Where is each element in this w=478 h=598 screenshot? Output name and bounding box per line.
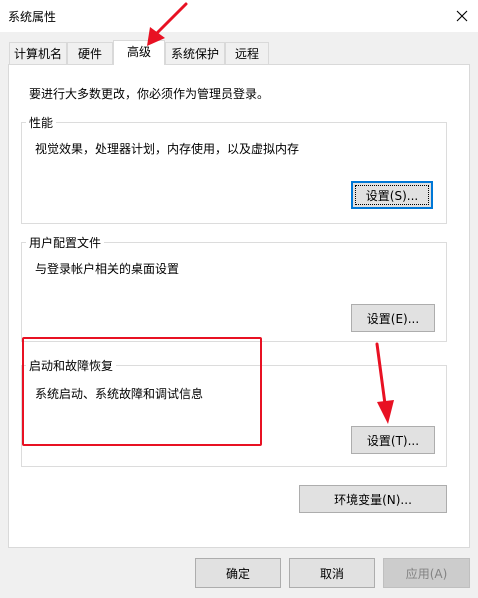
user-profiles-group: 用户配置文件 与登录帐户相关的桌面设置 设置(E)... [21,234,447,342]
annotation-highlight-box [22,337,262,446]
admin-notice: 要进行大多数更改，你必须作为管理员登录。 [29,87,270,101]
performance-settings-button[interactable]: 设置(S)... [351,181,433,209]
user-profiles-legend: 用户配置文件 [26,234,105,251]
ok-button[interactable]: 确定 [195,558,281,588]
button-label: 应用(A) [405,566,448,581]
title-bar: 系统属性 [0,0,478,32]
tab-advanced[interactable]: 高级 [113,40,165,65]
performance-legend: 性能 [26,114,57,131]
tab-label: 高级 [126,45,151,59]
tab-hardware[interactable]: 硬件 [67,42,113,64]
cancel-button[interactable]: 取消 [289,558,375,588]
tab-remote[interactable]: 远程 [225,42,269,64]
performance-description: 视觉效果，处理器计划，内存使用，以及虚拟内存 [35,142,300,156]
button-label: 设置(S)... [365,188,419,203]
tab-computer-name[interactable]: 计算机名 [9,42,67,64]
button-label: 设置(T)... [366,433,420,448]
performance-group: 性能 视觉效果，处理器计划，内存使用，以及虚拟内存 设置(S)... [21,114,447,224]
button-label: 取消 [319,566,344,581]
close-icon [456,10,468,22]
tab-panel-advanced: 要进行大多数更改，你必须作为管理员登录。 性能 视觉效果，处理器计划，内存使用，… [8,64,470,548]
tab-system-protection[interactable]: 系统保护 [165,42,225,64]
startup-recovery-settings-button[interactable]: 设置(T)... [351,426,435,454]
apply-button[interactable]: 应用(A) [383,558,470,588]
button-label: 环境变量(N)... [334,492,412,507]
button-label: 设置(E)... [366,311,420,326]
user-profiles-description: 与登录帐户相关的桌面设置 [35,262,180,276]
window-title: 系统属性 [8,10,57,24]
button-label: 确定 [225,566,250,581]
close-button[interactable] [446,0,478,32]
user-profiles-settings-button[interactable]: 设置(E)... [351,304,435,332]
environment-variables-button[interactable]: 环境变量(N)... [299,485,447,513]
tab-label: 硬件 [77,47,102,61]
tab-label: 远程 [234,47,259,61]
tab-label: 计算机名 [13,47,62,61]
tab-label: 系统保护 [170,47,219,61]
